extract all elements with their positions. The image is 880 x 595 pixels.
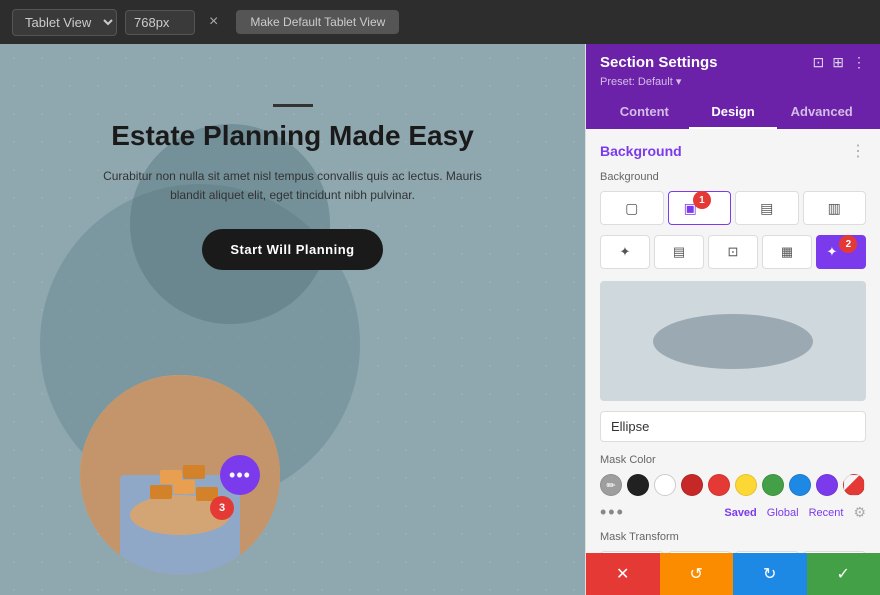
color-tab-saved[interactable]: Saved xyxy=(724,507,756,519)
color-tab-global[interactable]: Global xyxy=(767,507,799,519)
make-default-button[interactable]: Make Default Tablet View xyxy=(236,10,399,34)
layout-icon[interactable]: ⊞ xyxy=(832,54,844,71)
mask-transform-label: Mask Transform xyxy=(600,531,866,543)
panel-title-row: Section Settings ⊡ ⊞ ⋮ xyxy=(600,54,866,71)
mask-preview xyxy=(600,281,866,401)
tab-design[interactable]: Design xyxy=(689,96,778,129)
dots-menu-button[interactable]: ••• xyxy=(220,455,260,495)
tab-content[interactable]: Content xyxy=(600,96,689,129)
color-blue[interactable] xyxy=(789,474,811,496)
icon-type-mask[interactable]: ✦2 xyxy=(816,235,866,269)
canvas-area: Estate Planning Made Easy Curabitur non … xyxy=(0,44,585,595)
icon-type-texture[interactable]: ▤ xyxy=(654,235,704,269)
preview-ellipse-shape xyxy=(653,314,813,369)
icon-type-image[interactable]: ⊡ xyxy=(708,235,758,269)
more-icon[interactable]: ⋮ xyxy=(852,54,866,71)
color-stripe[interactable] xyxy=(843,474,865,496)
color-dark-red[interactable] xyxy=(681,474,703,496)
panel-tabs: Content Design Advanced xyxy=(600,96,866,129)
footer-redo-button[interactable]: ↻ xyxy=(733,553,807,595)
responsive-icon[interactable]: ⊡ xyxy=(813,54,825,71)
section-title: Background xyxy=(600,143,682,159)
dots-more-row: ••• xyxy=(600,502,625,523)
main-layout: Estate Planning Made Easy Curabitur non … xyxy=(0,44,880,595)
bg-type-none[interactable]: ▢ xyxy=(600,191,664,225)
footer-save-button[interactable]: ✓ xyxy=(807,553,880,595)
px-input[interactable] xyxy=(125,10,195,35)
bg-label: Background xyxy=(600,171,866,183)
close-view-button[interactable]: × xyxy=(203,11,224,33)
panel-title: Section Settings xyxy=(600,54,718,71)
page-title: Estate Planning Made Easy xyxy=(111,119,474,153)
color-purple[interactable] xyxy=(816,474,838,496)
icon-type-video[interactable]: ▦ xyxy=(762,235,812,269)
panel-footer: ✕ ↺ ↻ ✓ xyxy=(586,553,880,595)
page-subtitle: Curabitur non nulla sit amet nisl tempus… xyxy=(103,167,483,205)
top-bar: Tablet View × Make Default Tablet View xyxy=(0,0,880,44)
cta-button[interactable]: Start Will Planning xyxy=(202,229,382,270)
color-tab-recent[interactable]: Recent xyxy=(809,507,844,519)
color-red[interactable] xyxy=(708,474,730,496)
badge-2: 2 xyxy=(839,235,857,253)
preset-label[interactable]: Preset: Default ▾ xyxy=(600,75,866,88)
more-colors-icon[interactable]: ••• xyxy=(600,502,625,523)
bg-type-image[interactable]: ▥ xyxy=(803,191,867,225)
color-tabs: Saved Global Recent ⚙ xyxy=(724,504,866,521)
mask-color-label: Mask Color xyxy=(600,454,866,466)
icon-type-row: ✦ ▤ ⊡ ▦ ✦2 xyxy=(600,235,866,269)
panel-header: Section Settings ⊡ ⊞ ⋮ Preset: Default ▾… xyxy=(586,44,880,129)
view-select[interactable]: Tablet View xyxy=(12,9,117,36)
color-black[interactable] xyxy=(627,474,649,496)
color-white[interactable] xyxy=(654,474,676,496)
panel-header-icons: ⊡ ⊞ ⋮ xyxy=(813,54,866,71)
footer-cancel-button[interactable]: ✕ xyxy=(586,553,660,595)
panel-body: Background ⋮ Background ▢ ▣1 ▤ ▥ ✦ ▤ ⊡ ▦ xyxy=(586,129,880,553)
bg-type-gradient[interactable]: ▤ xyxy=(735,191,799,225)
icon-type-pattern[interactable]: ✦ xyxy=(600,235,650,269)
color-swatches: ✏ xyxy=(600,474,866,496)
tab-advanced[interactable]: Advanced xyxy=(777,96,866,129)
color-green[interactable] xyxy=(762,474,784,496)
section-more-icon[interactable]: ⋮ xyxy=(850,141,866,161)
color-yellow[interactable] xyxy=(735,474,757,496)
dots-icon: ••• xyxy=(229,465,251,486)
ellipse-dropdown-row: Ellipse Circle Rectangle Triangle xyxy=(600,411,866,442)
ellipse-select[interactable]: Ellipse Circle Rectangle Triangle xyxy=(600,411,866,442)
settings-panel: Section Settings ⊡ ⊞ ⋮ Preset: Default ▾… xyxy=(585,44,880,595)
bg-type-color[interactable]: ▣1 xyxy=(668,191,732,225)
canvas-badge-3: 3 xyxy=(210,496,234,520)
footer-undo-button[interactable]: ↺ xyxy=(660,553,734,595)
badge-1: 1 xyxy=(693,191,711,209)
eyedropper-swatch[interactable]: ✏ xyxy=(600,474,622,496)
color-settings-icon[interactable]: ⚙ xyxy=(853,504,866,521)
section-title-row: Background ⋮ xyxy=(600,141,866,161)
decorative-line xyxy=(273,104,313,107)
bg-type-row: ▢ ▣1 ▤ ▥ xyxy=(600,191,866,225)
